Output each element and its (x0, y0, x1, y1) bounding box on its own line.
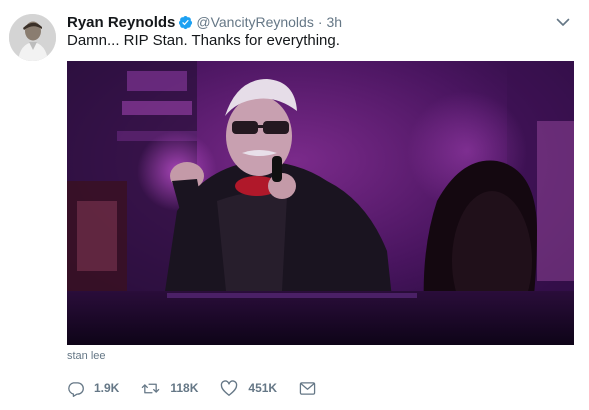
verified-badge-icon (179, 15, 193, 29)
separator-dot: · (317, 14, 323, 30)
retweet-button[interactable]: 118K (141, 380, 198, 397)
like-button[interactable]: 451K (220, 379, 278, 397)
display-name[interactable]: Ryan Reynolds (67, 14, 175, 31)
reply-icon (68, 381, 84, 397)
tweet: Ryan Reynolds @VancityReynolds · 3h Damn… (0, 0, 589, 410)
media-photo (67, 61, 574, 345)
avatar[interactable] (9, 14, 56, 61)
chevron-down-icon[interactable] (555, 14, 571, 30)
retweet-count: 118K (170, 381, 199, 395)
tweet-media-image[interactable] (67, 61, 574, 345)
direct-message-button[interactable] (299, 381, 316, 396)
reply-button[interactable]: 1.9K (67, 380, 119, 397)
retweet-icon (142, 383, 160, 393)
reply-count: 1.9K (94, 381, 120, 395)
tweet-timestamp[interactable]: 3h (327, 14, 343, 30)
envelope-icon (299, 381, 316, 395)
avatar-image (9, 14, 56, 61)
user-handle[interactable]: @VancityReynolds (196, 14, 313, 30)
tweet-text: Damn... RIP Stan. Thanks for everything. (67, 32, 340, 49)
like-count: 451K (248, 381, 278, 395)
tweet-actions: 1.9K 118K 451K (67, 378, 338, 398)
media-caption: stan lee (67, 350, 106, 362)
heart-icon (221, 379, 238, 396)
tweet-header: Ryan Reynolds @VancityReynolds · 3h (67, 12, 342, 32)
